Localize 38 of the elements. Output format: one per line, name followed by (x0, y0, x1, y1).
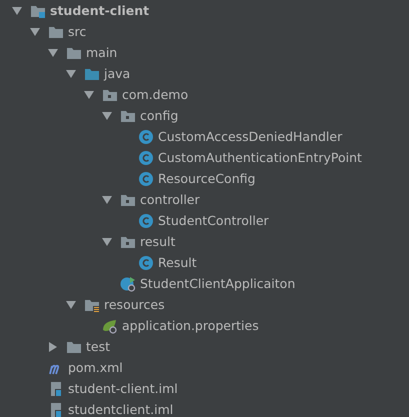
tree-item[interactable]: StudentController (158, 213, 269, 228)
expanded-arrow-icon[interactable] (66, 68, 76, 78)
tree-item[interactable]: student-client.iml (68, 381, 178, 396)
tree-item[interactable]: ResourceConfig (158, 171, 256, 186)
module-file-icon (48, 380, 64, 396)
tree-item[interactable]: main (86, 45, 118, 60)
tree-item[interactable]: student-client (50, 3, 150, 18)
expanded-arrow-icon[interactable] (102, 110, 112, 120)
expanded-arrow-icon[interactable] (12, 6, 22, 16)
class-icon (138, 212, 154, 228)
tree-item[interactable]: Result (158, 255, 197, 270)
tree-item[interactable]: studentclient.iml (68, 402, 174, 417)
tree-item[interactable]: pom.xml (68, 360, 123, 375)
tree-item[interactable]: StudentClientApplicaiton (140, 276, 296, 291)
tree-item[interactable]: java (104, 66, 130, 81)
tree-item[interactable]: src (68, 24, 86, 39)
expanded-arrow-icon[interactable] (48, 48, 58, 58)
tree-item[interactable]: CustomAuthenticationEntryPoint (158, 150, 362, 165)
expanded-arrow-icon[interactable] (84, 90, 94, 100)
tree-item[interactable]: controller (140, 192, 200, 207)
tree-item[interactable]: com.demo (122, 87, 188, 102)
tree-item[interactable]: resources (104, 297, 165, 312)
expanded-arrow-icon[interactable] (30, 26, 40, 36)
expanded-arrow-icon[interactable] (102, 236, 112, 246)
tree-item[interactable]: application.properties (122, 318, 259, 333)
tree-item[interactable]: config (140, 108, 178, 123)
expanded-arrow-icon[interactable] (102, 194, 112, 204)
collapsed-arrow-icon[interactable] (48, 342, 58, 352)
class-icon (138, 170, 154, 186)
tree-item[interactable]: test (86, 339, 110, 354)
class-icon (138, 254, 154, 270)
class-icon (138, 128, 154, 144)
expanded-arrow-icon[interactable] (66, 300, 76, 310)
spring-leaf-icon (102, 318, 118, 334)
application-class-icon (120, 276, 136, 292)
class-icon (138, 150, 154, 166)
tree-item[interactable]: CustomAccessDeniedHandler (158, 129, 342, 144)
tree-item[interactable]: result (140, 234, 176, 249)
